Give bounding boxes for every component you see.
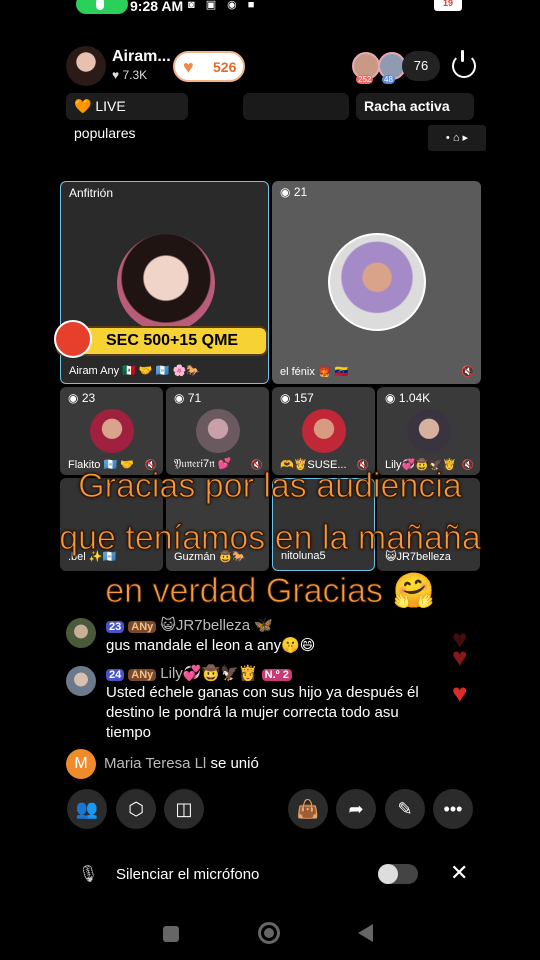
eye-icon: ◉ 23 — [68, 391, 96, 405]
guest-tile[interactable]: ◉ 1.04K Lily💞🤠🦅👸 🔇 — [377, 387, 480, 475]
heart-icon: ♥ — [452, 678, 468, 708]
mascot-icon — [54, 320, 92, 358]
caption-line-1: Gracias por las audiencia — [78, 467, 463, 506]
share-icon[interactable]: ➦ — [336, 789, 376, 829]
guest-tile-fenix[interactable]: ◉ 21 el fénix 🐦‍🔥 🇻🇪 🔇 — [272, 181, 481, 384]
join-message: Maria Teresa Ll se unió — [104, 755, 259, 772]
level-badge: 23 — [106, 621, 125, 633]
caption-line-3: en verdad Gracias 🤗 — [105, 572, 436, 611]
join-avatar[interactable]: M — [66, 749, 96, 779]
host-tile-label: Airam Any 🇲🇽 🤝 🇬🇹 🌸🐎 — [69, 365, 200, 377]
recents-icon[interactable] — [163, 926, 179, 942]
viewer-badge: 252 — [356, 75, 374, 84]
eye-icon: ◉ 21 — [280, 185, 308, 199]
chat-avatar[interactable] — [66, 618, 96, 648]
chat-username[interactable]: 😺JR7belleza 🦋 — [160, 617, 273, 634]
toggle-knob — [378, 864, 398, 884]
magic-wand-icon[interactable]: ✎ — [385, 789, 425, 829]
back-icon[interactable] — [358, 924, 373, 942]
power-icon[interactable] — [452, 50, 476, 78]
add-effects-icon[interactable]: ◫ — [164, 789, 204, 829]
host-name: Airam... — [112, 48, 171, 65]
chat-text: Usted échele ganas con sus hijo ya despu… — [106, 684, 419, 701]
mute-mic-label: Silenciar el micrófono — [116, 866, 260, 883]
close-icon[interactable]: ✕ — [450, 860, 468, 886]
guest-tile[interactable]: ◉ 71 𝔜𝔲𝔫𝔢𝔯𝔦7𝔫 💕 🔇 — [166, 387, 269, 475]
mic-bar: 🎙 Silenciar el micrófono ✕ — [0, 852, 540, 898]
system-nav-bar — [0, 912, 540, 960]
guests-icon[interactable]: 👥 — [67, 789, 107, 829]
fan-club-button[interactable]: ♥ 526 — [173, 51, 245, 82]
status-bar: 9:28 AM ◙ ▣ ◉ ■ 19 — [0, 0, 540, 14]
mute-toggle[interactable] — [378, 864, 418, 884]
mic-off-icon: 🎙 — [78, 866, 99, 883]
chat-text: tiempo — [106, 724, 152, 741]
fan-badge: ANy — [128, 621, 157, 633]
guest-viewers: 157 — [293, 391, 314, 405]
gift-bag-icon[interactable]: 👜 — [288, 789, 328, 829]
eye-icon: ◉ 1.04K — [385, 391, 431, 405]
guest-avatar — [196, 409, 240, 453]
caption-line-2: que teníamos en la mañaña — [59, 519, 482, 558]
more-icon[interactable]: ••• — [433, 789, 473, 829]
guest-viewers: 1.04K — [398, 391, 431, 405]
guest-tile[interactable]: ◉ 157 🫶👸SUSE... 🔇 — [272, 387, 375, 475]
mute-icon: 🔇 — [461, 366, 475, 378]
join-username[interactable]: Maria Teresa Ll — [104, 755, 206, 772]
heart-icon: ♥ — [452, 642, 468, 672]
guest-viewers: 23 — [81, 391, 96, 405]
box-icon[interactable]: ⬡ — [116, 789, 156, 829]
home-icon[interactable] — [258, 922, 280, 944]
join-action: se unió — [210, 755, 259, 772]
guest-avatar — [328, 233, 426, 331]
viewer-avatar[interactable]: 252 — [352, 52, 380, 84]
streak-tag[interactable]: Racha activa — [356, 93, 474, 120]
viewer-count[interactable]: 76 — [402, 51, 440, 81]
chat-text: destino le pondrá la mujer correcta todo… — [106, 704, 399, 721]
blank-tag — [243, 93, 349, 120]
mic-status-icon — [96, 0, 104, 10]
guest-tile[interactable]: ◉ 23 Flakito 🇬🇹 🤝 🔇 — [60, 387, 163, 475]
guest-viewers: 21 — [293, 185, 308, 199]
mini-controls[interactable]: • ⌂ ▸ — [428, 125, 486, 151]
host-video-avatar — [117, 234, 215, 332]
host-title: Anfitrión — [69, 186, 114, 200]
chat-text: gus mandale el leon a any🤫😄 — [106, 637, 316, 654]
host-avatar[interactable] — [66, 46, 106, 86]
chat-avatar[interactable] — [66, 666, 96, 696]
fan-count: 526 — [213, 59, 237, 75]
host-likes: ♥ 7.3K — [112, 68, 148, 82]
fan-badge: ANy — [128, 669, 157, 681]
eye-icon: ◉ 157 — [280, 391, 314, 405]
rank-badge: N.º 2 — [261, 669, 292, 681]
live-popular-tag[interactable]: 🧡 LIVE populares — [66, 93, 188, 141]
clock: 9:28 AM — [130, 0, 184, 14]
viewer-badge: 48 — [382, 75, 395, 84]
eye-icon: ◉ 71 — [174, 391, 202, 405]
heart-icon: ♥ — [183, 57, 194, 77]
chat-username[interactable]: Lily💞🤠🦅👸 — [160, 665, 257, 682]
guest-avatar — [90, 409, 134, 453]
guest-viewers: 71 — [187, 391, 202, 405]
notification-icons: ◙ ▣ ◉ ■ — [188, 0, 259, 11]
battery-icon: 19 — [434, 0, 462, 11]
guest-avatar — [302, 409, 346, 453]
guest-avatar — [407, 409, 451, 453]
guest-label: el fénix 🐦‍🔥 🇻🇪 — [280, 366, 349, 378]
level-badge: 24 — [106, 669, 125, 681]
